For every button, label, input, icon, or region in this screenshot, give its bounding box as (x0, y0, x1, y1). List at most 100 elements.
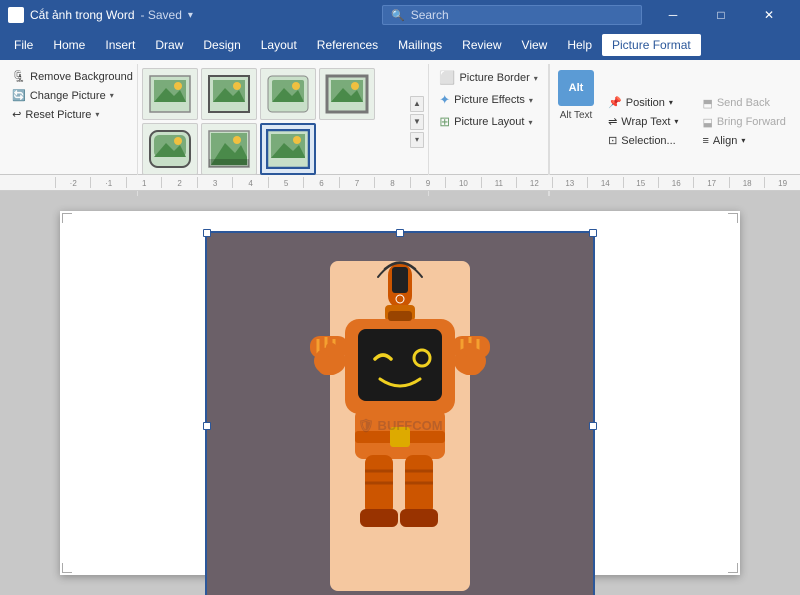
alt-text-icon[interactable]: Alt (558, 70, 594, 106)
menu-mailings[interactable]: Mailings (388, 34, 452, 56)
ruler-mark: 13 (552, 177, 587, 188)
maximize-button[interactable]: □ (698, 0, 744, 30)
ruler-mark: 1 (126, 177, 161, 188)
picture-options-content: ⬜ Picture Border ▾ ✦ Picture Effects ▾ ⊞… (433, 64, 544, 179)
menu-view[interactable]: View (512, 34, 558, 56)
minimize-button[interactable]: ─ (650, 0, 696, 30)
ruler-mark: 10 (445, 177, 480, 188)
word-icon (8, 7, 24, 23)
selection-label: Selection... (621, 135, 675, 147)
menu-insert[interactable]: Insert (95, 34, 145, 56)
arrange-col-2: ⬒ Send Back ⬓ Bring Forward ≡ Align ▾ (694, 95, 793, 149)
scroll-up-btn[interactable]: ▲ (410, 96, 424, 112)
adjust-buttons: 🗜 Remove Background 🔄 Change Picture ▾ ↩… (6, 64, 139, 179)
title-bar: Cắt ảnh trong Word - Saved ▾ 🔍 Search ─ … (0, 0, 800, 30)
window-controls: ─ □ ✕ (650, 0, 792, 30)
ruler-mark: 14 (587, 177, 622, 188)
border-icon: ⬜ (439, 70, 455, 86)
bring-forward-icon: ⬓ (702, 116, 712, 129)
ruler-mark: 15 (623, 177, 658, 188)
corner-tr (728, 213, 738, 223)
menu-file[interactable]: File (4, 34, 43, 56)
menu-help[interactable]: Help (557, 34, 602, 56)
arrange-col-1: 📌 Position ▾ ⇌ Wrap Text ▾ ⊡ Selection..… (600, 94, 686, 149)
corner-bl (62, 563, 72, 573)
reset-icon: ↩ (12, 108, 21, 121)
picture-effects-btn[interactable]: ✦ Picture Effects ▾ (433, 90, 539, 110)
send-back-btn[interactable]: ⬒ Send Back (698, 95, 789, 112)
align-label: Align (713, 135, 737, 147)
effects-caret: ▾ (529, 96, 533, 105)
align-caret: ▾ (741, 136, 745, 145)
ruler-mark: 19 (764, 177, 799, 188)
position-caret: ▾ (669, 98, 673, 107)
wrap-text-btn[interactable]: ⇌ Wrap Text ▾ (604, 113, 682, 130)
position-btn[interactable]: 📌 Position ▾ (604, 94, 682, 111)
robot-svg (300, 261, 500, 591)
send-back-icon: ⬒ (702, 97, 712, 110)
send-back-label: Send Back (717, 97, 770, 109)
scroll-more-btn[interactable]: ▾ (410, 132, 424, 148)
compress-label: Remove Background (30, 71, 133, 83)
ruler-mark: ·1 (90, 177, 125, 188)
menu-picture-format[interactable]: Picture Format (602, 34, 701, 56)
selected-image[interactable]: 🛡 BUFFCOM (205, 231, 595, 595)
change-picture-btn[interactable]: 🔄 Change Picture ▾ (6, 87, 120, 104)
ruler-mark: 11 (481, 177, 516, 188)
picture-styles-list (142, 68, 404, 175)
layout-caret: ▾ (528, 118, 532, 127)
picture-border-btn[interactable]: ⬜ Picture Border ▾ (433, 68, 544, 88)
ruler-mark: 2 (161, 177, 196, 188)
pic-style-5[interactable] (142, 123, 198, 175)
selection-icon: ⊡ (608, 134, 617, 147)
bring-forward-btn[interactable]: ⬓ Bring Forward (698, 114, 789, 131)
menu-home[interactable]: Home (43, 34, 95, 56)
ruler-mark: 6 (303, 177, 338, 188)
search-icon: 🔍 (391, 9, 405, 22)
compress-pictures-btn[interactable]: 🗜 Remove Background (6, 68, 139, 85)
search-placeholder: Search (411, 8, 449, 22)
layout-icon: ⊞ (439, 114, 450, 130)
menu-design[interactable]: Design (193, 34, 250, 56)
saved-indicator: - Saved (141, 8, 182, 22)
corner-br (728, 563, 738, 573)
wrap-caret: ▾ (674, 117, 678, 126)
pic-style-7[interactable] (260, 123, 316, 175)
pic-style-2[interactable] (201, 68, 257, 120)
title-dropdown-icon[interactable]: ▾ (188, 10, 193, 21)
effects-icon: ✦ (439, 92, 450, 108)
align-btn[interactable]: ≡ Align ▾ (698, 133, 789, 149)
layout-label: Picture Layout (454, 116, 524, 128)
title-bar-left: Cắt ảnh trong Word - Saved ▾ (8, 7, 382, 23)
arrange-content: 📌 Position ▾ ⇌ Wrap Text ▾ ⊡ Selection..… (600, 64, 794, 179)
menu-references[interactable]: References (307, 34, 388, 56)
border-caret: ▾ (534, 74, 538, 83)
pic-styles-scroll: ▲ ▼ ▾ (410, 96, 424, 148)
alt-text-label: Alt Text (560, 110, 593, 121)
ruler-mark: 17 (693, 177, 728, 188)
robot-image: 🛡 BUFFCOM (207, 233, 593, 595)
selection-btn[interactable]: ⊡ Selection... (604, 132, 682, 149)
menu-draw[interactable]: Draw (145, 34, 193, 56)
close-button[interactable]: ✕ (746, 0, 792, 30)
ruler-mark: 3 (197, 177, 232, 188)
pic-style-6[interactable] (201, 123, 257, 175)
menu-layout[interactable]: Layout (251, 34, 307, 56)
reset-label: Reset Picture (25, 109, 91, 121)
ruler-mark: 5 (268, 177, 303, 188)
search-bar[interactable]: 🔍 Search (382, 5, 642, 25)
picture-layout-btn[interactable]: ⊞ Picture Layout ▾ (433, 112, 538, 132)
ruler-mark: 16 (658, 177, 693, 188)
ruler-mark: 8 (374, 177, 409, 188)
reset-picture-btn[interactable]: ↩ Reset Picture ▾ (6, 106, 105, 123)
menu-bar: File Home Insert Draw Design Layout Refe… (0, 30, 800, 60)
position-label: Position (626, 97, 665, 109)
pic-style-3[interactable] (260, 68, 316, 120)
scroll-down-btn[interactable]: ▼ (410, 114, 424, 130)
reset-caret: ▾ (95, 110, 99, 119)
pic-style-1[interactable] (142, 68, 198, 120)
menu-review[interactable]: Review (452, 34, 511, 56)
border-label: Picture Border (459, 72, 529, 84)
ruler-mark: 18 (729, 177, 764, 188)
pic-style-4[interactable] (319, 68, 375, 120)
